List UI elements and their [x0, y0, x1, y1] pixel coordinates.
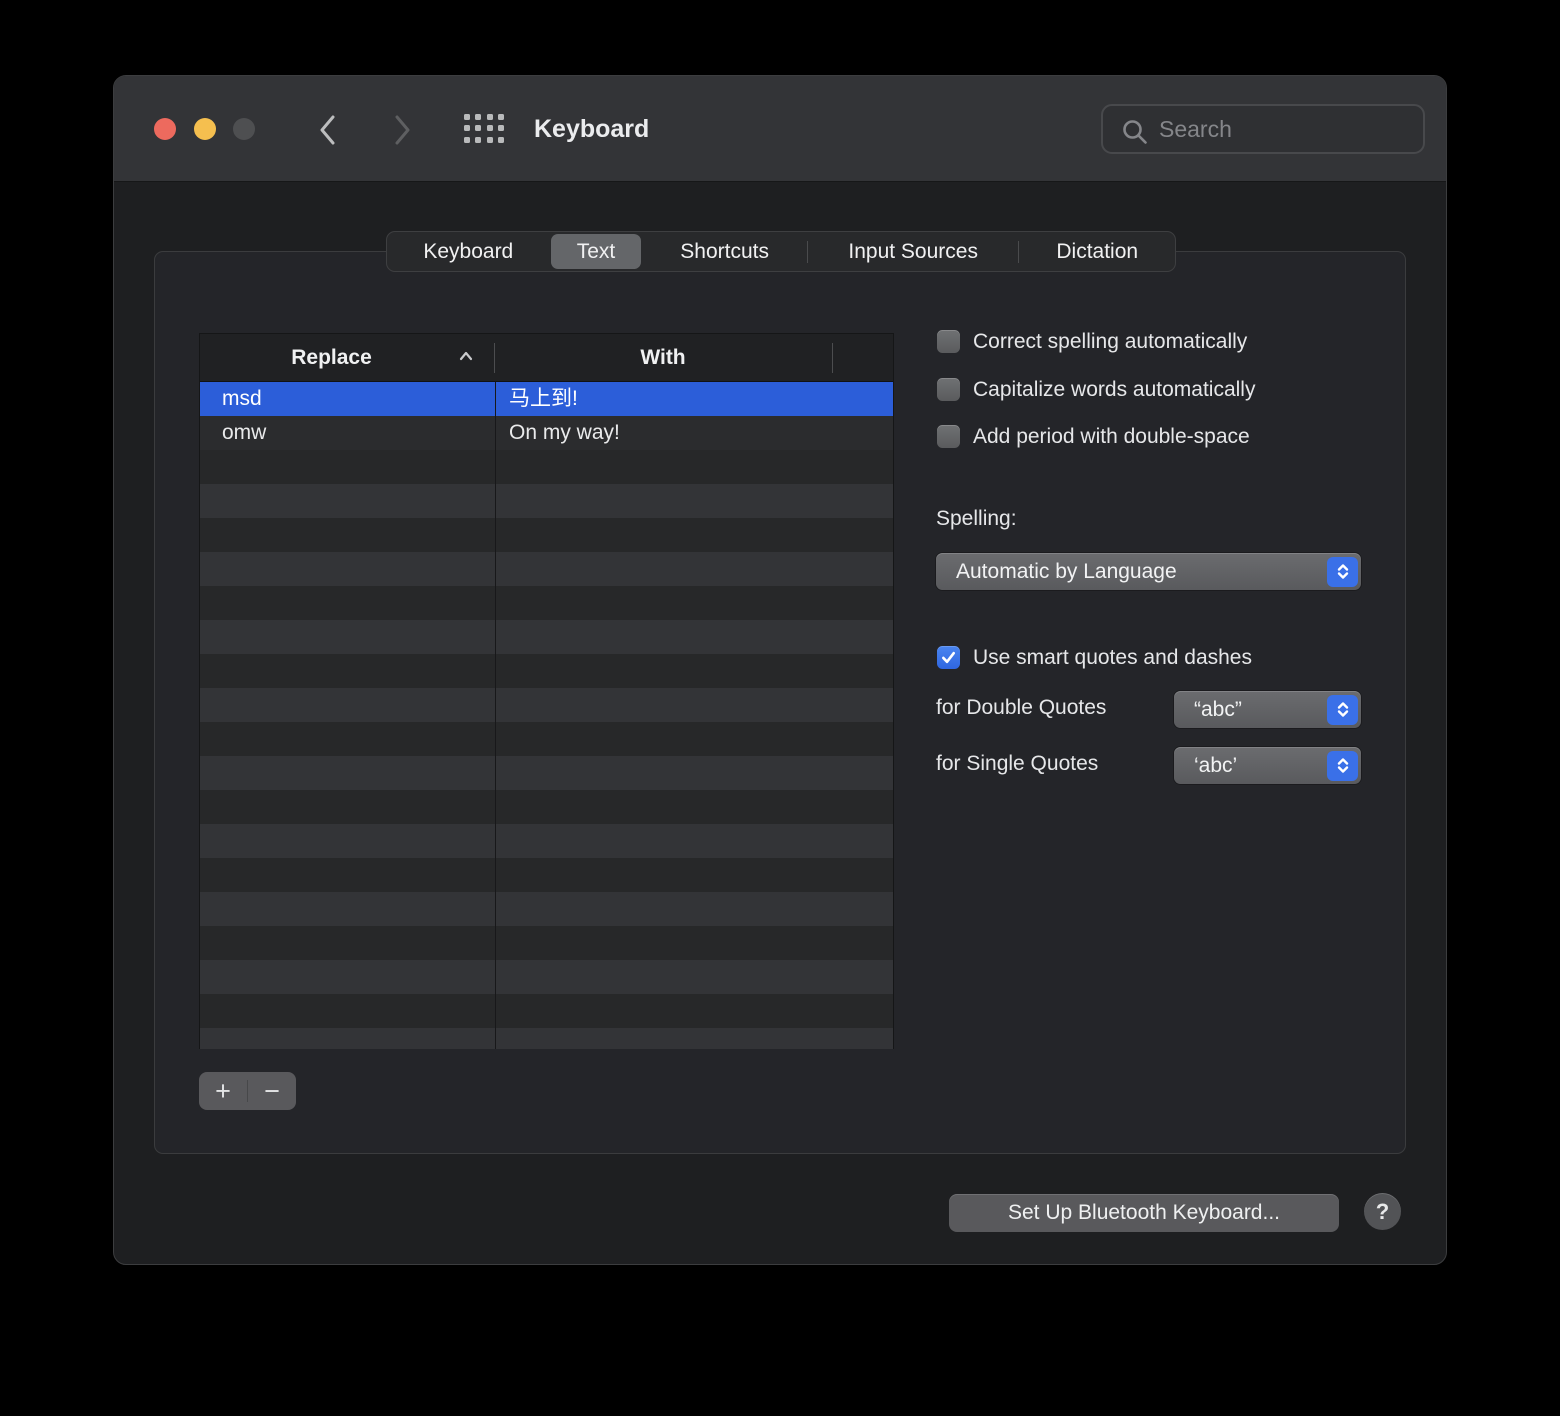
replacements-rows: msd 马上到! omw On my way! — [200, 382, 893, 1049]
search-icon — [1121, 118, 1149, 146]
table-row-empty[interactable] — [200, 994, 893, 1028]
single-quotes-label: for Single Quotes — [936, 751, 1098, 777]
table-row-empty[interactable] — [200, 552, 893, 586]
zoom-button — [233, 118, 255, 140]
back-icon[interactable] — [316, 113, 340, 147]
tab-text[interactable]: Text — [550, 232, 643, 271]
search-field[interactable] — [1101, 104, 1425, 154]
table-row-empty[interactable] — [200, 484, 893, 518]
table-row-empty[interactable] — [200, 654, 893, 688]
smart-quotes-checkbox[interactable] — [937, 646, 960, 669]
close-button[interactable] — [154, 118, 176, 140]
table-row-empty[interactable] — [200, 1028, 893, 1049]
table-header: Replace With — [200, 334, 893, 382]
remove-replacement-button[interactable]: − — [248, 1073, 296, 1109]
add-period-checkbox[interactable] — [937, 425, 960, 448]
tab-shortcuts[interactable]: Shortcuts — [642, 232, 807, 271]
table-row-empty[interactable] — [200, 892, 893, 926]
double-quotes-label: for Double Quotes — [936, 695, 1106, 721]
correct-spelling-checkbox[interactable] — [937, 330, 960, 353]
add-period-label: Add period with double-space — [973, 424, 1250, 450]
column-divider[interactable] — [495, 382, 496, 1049]
table-row-empty[interactable] — [200, 960, 893, 994]
tab-keyboard[interactable]: Keyboard — [387, 232, 550, 271]
tab-bar: Keyboard Text Shortcuts Input Sources Di… — [386, 231, 1176, 272]
table-row-empty[interactable] — [200, 790, 893, 824]
double-quotes-select[interactable]: “abc” — [1174, 691, 1361, 728]
setup-bluetooth-keyboard-button[interactable]: Set Up Bluetooth Keyboard... — [949, 1194, 1339, 1232]
column-header-with[interactable]: With — [493, 334, 833, 382]
table-row-omw[interactable]: omw On my way! — [200, 416, 893, 450]
search-input[interactable] — [1159, 106, 1409, 152]
table-row-empty[interactable] — [200, 926, 893, 960]
capitalize-words-label: Capitalize words automatically — [973, 377, 1255, 403]
show-all-grid-icon[interactable] — [464, 114, 504, 142]
table-row-empty[interactable] — [200, 450, 893, 484]
table-row-empty[interactable] — [200, 586, 893, 620]
capitalize-words-checkbox[interactable] — [937, 378, 960, 401]
header-separator — [832, 343, 833, 373]
single-quotes-select[interactable]: ‘abc’ — [1174, 747, 1361, 784]
chevron-up-down-icon — [1327, 557, 1358, 587]
minimize-button[interactable] — [194, 118, 216, 140]
table-row-empty[interactable] — [200, 620, 893, 654]
window-title: Keyboard — [534, 76, 649, 182]
table-row-empty[interactable] — [200, 756, 893, 790]
table-row-msd[interactable]: msd 马上到! — [200, 382, 893, 416]
table-row-empty[interactable] — [200, 858, 893, 892]
tab-dictation[interactable]: Dictation — [1019, 232, 1175, 271]
table-row-empty[interactable] — [200, 688, 893, 722]
smart-quotes-label: Use smart quotes and dashes — [973, 645, 1252, 671]
text-replacements-table: Replace With msd 马上到! omw On my way! — [199, 333, 894, 1049]
spelling-label: Spelling: — [936, 506, 1017, 532]
table-row-empty[interactable] — [200, 518, 893, 552]
help-button[interactable]: ? — [1364, 1193, 1401, 1230]
chevron-up-down-icon — [1327, 751, 1358, 781]
forward-icon — [390, 113, 414, 147]
checkmark-icon — [939, 648, 958, 667]
chevron-up-down-icon — [1327, 695, 1358, 725]
sort-ascending-icon — [458, 350, 474, 362]
keyboard-preferences-window: Keyboard Keyboard Text Shortcuts Input S… — [113, 75, 1447, 1265]
list-edit-buttons: + − — [199, 1072, 296, 1110]
column-header-replace[interactable]: Replace — [200, 334, 463, 382]
correct-spelling-label: Correct spelling automatically — [973, 329, 1247, 355]
tab-input-sources[interactable]: Input Sources — [808, 232, 1018, 271]
spelling-select[interactable]: Automatic by Language — [936, 553, 1361, 590]
table-row-empty[interactable] — [200, 824, 893, 858]
add-replacement-button[interactable]: + — [199, 1073, 247, 1109]
table-row-empty[interactable] — [200, 722, 893, 756]
title-bar: Keyboard — [114, 76, 1446, 182]
